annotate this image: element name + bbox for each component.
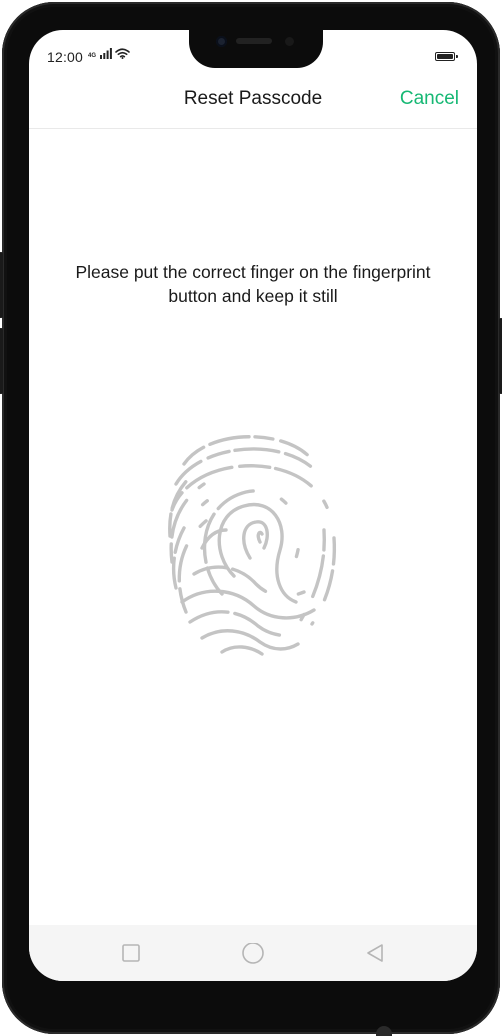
signal-bars-icon bbox=[100, 48, 112, 59]
circle-icon[interactable] bbox=[241, 943, 265, 967]
earpiece-speaker bbox=[236, 38, 272, 44]
bottom-edge-speaker bbox=[376, 1026, 392, 1036]
fingerprint-icon bbox=[168, 435, 337, 656]
square-icon[interactable] bbox=[121, 943, 141, 963]
navigation-bar bbox=[29, 925, 477, 981]
notch bbox=[189, 30, 323, 68]
wifi-icon bbox=[115, 48, 130, 59]
volume-up-button bbox=[0, 252, 3, 318]
status-time: 12:00 bbox=[47, 49, 84, 65]
title-bar: Reset Passcode Cancel bbox=[29, 76, 477, 129]
front-camera bbox=[216, 36, 227, 47]
battery-icon bbox=[435, 52, 458, 61]
screen: 12:00 4G Reset Passcode Cancel Please pu… bbox=[29, 30, 477, 981]
instruction-text: Please put the correct finger on the fin… bbox=[75, 262, 431, 306]
volume-down-button bbox=[0, 328, 3, 394]
status-icons: 4G bbox=[88, 48, 130, 59]
phone-frame: 12:00 4G Reset Passcode Cancel Please pu… bbox=[0, 2, 502, 1036]
proximity-sensor bbox=[285, 37, 294, 46]
triangle-back-icon[interactable] bbox=[365, 943, 385, 965]
network-type-label: 4G bbox=[88, 53, 97, 59]
battery-fill bbox=[437, 54, 453, 59]
cancel-button[interactable]: Cancel bbox=[400, 88, 459, 110]
